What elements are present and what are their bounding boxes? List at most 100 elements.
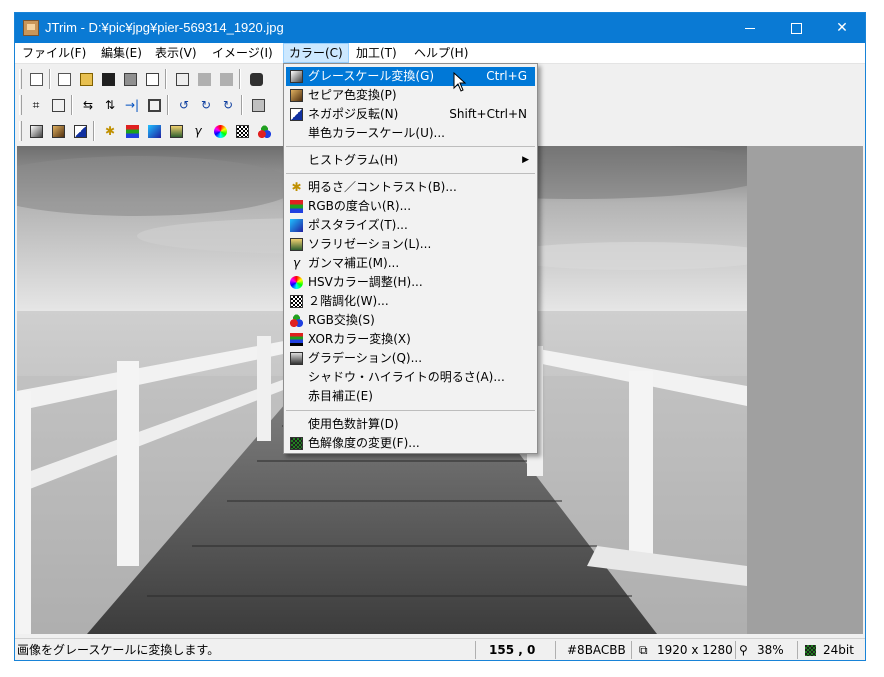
bit-depth-icon [805,639,816,660]
crop-button[interactable]: ⌗ [27,96,45,114]
menu-bar: ファイル(F) 編集(E) 表示(V) イメージ(I) カラー(C) 加工(T)… [15,43,865,64]
menu-item-solarize[interactable]: ソラリゼーション(L)... [286,235,535,254]
grayscale-button[interactable] [27,122,45,140]
status-message: 画像をグレースケールに変換します。 [17,643,220,657]
close-button[interactable]: ✕ [819,13,865,43]
print-preview-icon [145,73,159,86]
frame-button[interactable] [145,96,163,114]
flip-horizontal-button[interactable]: ⇆ [79,96,97,114]
menu-item-histogram[interactable]: ヒストグラム(H) ▶ [286,151,535,170]
solarize-button[interactable] [167,122,185,140]
paste-new-icon [219,73,233,86]
negative-icon [290,108,303,121]
status-color-value: #8BACBB [567,643,626,657]
hsv-icon [290,276,303,289]
menu-item-color-count[interactable]: 使用色数計算(D) [286,415,535,434]
menu-item-negative[interactable]: ネガポジ反転(N) Shift+Ctrl+N [286,105,535,124]
binarize-button[interactable] [233,122,251,140]
print-preview-button[interactable] [143,70,161,88]
toolbar-grip[interactable] [19,69,22,89]
menu-item-hsv[interactable]: HSVカラー調整(H)... [286,273,535,292]
paste-button[interactable] [195,70,213,88]
minimize-button[interactable] [727,13,773,43]
app-icon[interactable] [23,20,39,36]
print-icon [123,73,137,86]
paste-icon [197,73,211,86]
toolbar-separator [93,121,95,141]
grayscale-icon [290,70,303,83]
menu-process[interactable]: 加工(T) [351,43,402,63]
rgb-swap-button[interactable] [255,122,273,140]
mirror-button[interactable]: →| [123,96,141,114]
menu-item-rgb-level[interactable]: RGBの度合い(R)... [286,197,535,216]
sepia-button[interactable] [49,122,67,140]
menu-item-sepia[interactable]: セピア色変換(P) [286,86,535,105]
menu-item-rgb-swap[interactable]: RGB交換(S) [286,311,535,330]
rgb-swap-icon [257,125,271,138]
brightness-button[interactable]: ✱ [101,122,119,140]
rotate-right-button[interactable]: ↻ [197,96,215,114]
menu-item-mono-colorscale[interactable]: 単色カラースケール(U)... [286,124,535,143]
brightness-icon: ✱ [291,180,302,194]
menu-item-xor[interactable]: XORカラー変換(X) [286,330,535,349]
toolbar-grip[interactable] [19,121,22,141]
rgb-level-button[interactable] [123,122,141,140]
solarize-icon [169,125,183,138]
rgb-level-icon [290,200,303,213]
toolbar-grip[interactable] [19,95,22,115]
rotate-right-icon: ↻ [200,98,212,112]
save-icon [101,73,115,86]
menu-help[interactable]: ヘルプ(H) [409,43,473,63]
menu-image[interactable]: イメージ(I) [207,43,278,63]
flip-vertical-icon: ⇅ [104,98,116,112]
color-menu-dropdown: グレースケール変換(G) Ctrl+G セピア色変換(P) ネガポジ反転(N) … [283,63,538,454]
status-coords: 155 , 0 [489,643,536,657]
menu-view[interactable]: 表示(V) [150,43,202,63]
submenu-arrow-icon: ▶ [522,155,529,165]
hsv-button[interactable] [211,122,229,140]
menu-separator [286,146,535,147]
menu-item-grayscale[interactable]: グレースケール変換(G) Ctrl+G [286,67,535,86]
negative-button[interactable] [71,122,89,140]
capture-button[interactable] [247,70,265,88]
resize-icon [51,99,65,112]
menu-file[interactable]: ファイル(F) [17,43,91,63]
status-divider [475,641,476,659]
open-button[interactable] [77,70,95,88]
menu-item-shadow-highlight[interactable]: シャドウ・ハイライトの明るさ(A)... [286,368,535,387]
image-size-icon: ⧉ [639,643,648,657]
resize-button[interactable] [49,96,67,114]
rotate-180-icon: ↻ [222,98,234,112]
print-button[interactable] [121,70,139,88]
toolbar-separator [239,69,241,89]
status-zoom: 38% [757,643,784,657]
menu-item-redeye[interactable]: 赤目補正(E) [286,387,535,406]
menu-item-color-depth[interactable]: 色解像度の変更(F)... [286,434,535,453]
flip-vertical-button[interactable]: ⇅ [101,96,119,114]
menu-item-binarize[interactable]: ２階調化(W)... [286,292,535,311]
brightness-icon: ✱ [104,124,116,138]
paste-new-button[interactable] [217,70,235,88]
rotate-left-button[interactable]: ↺ [175,96,193,114]
menu-edit[interactable]: 編集(E) [96,43,147,63]
effect-button[interactable] [249,96,267,114]
menu-item-gradation[interactable]: グラデーション(Q)... [286,349,535,368]
rotate-left-icon: ↺ [178,98,190,112]
crop-icon: ⌗ [32,98,40,112]
open-recent-button[interactable] [27,70,45,88]
gamma-button[interactable]: γ [189,122,207,140]
new-file-icon [57,73,71,86]
title-bar[interactable]: JTrim - D:¥pic¥jpg¥pier-569314_1920.jpg … [15,13,865,43]
status-divider [797,641,798,659]
solarize-icon [290,238,303,251]
menu-color[interactable]: カラー(C) [283,43,349,63]
new-button[interactable] [55,70,73,88]
copy-button[interactable] [173,70,191,88]
save-button[interactable] [99,70,117,88]
rotate-180-button[interactable]: ↻ [219,96,237,114]
menu-item-brightness[interactable]: ✱ 明るさ／コントラスト(B)... [286,178,535,197]
menu-item-gamma[interactable]: γ ガンマ補正(M)... [286,254,535,273]
maximize-button[interactable] [773,13,819,43]
menu-item-posterize[interactable]: ポスタライズ(T)... [286,216,535,235]
posterize-button[interactable] [145,122,163,140]
